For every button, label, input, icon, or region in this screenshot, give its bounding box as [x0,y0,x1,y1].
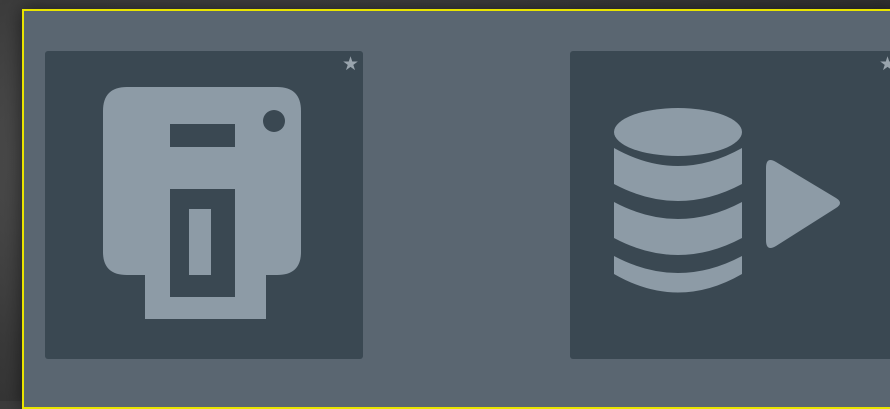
shortcut-panel: ★ ★ [22,9,890,409]
save-floppy-icon [103,87,301,319]
database-play-icon [614,108,840,293]
save-tile[interactable]: ★ [45,51,363,359]
database-run-tile[interactable]: ★ [570,51,890,359]
desktop-background: ★ ★ [0,0,890,409]
star-icon[interactable]: ★ [342,53,359,75]
star-icon[interactable]: ★ [879,53,890,75]
